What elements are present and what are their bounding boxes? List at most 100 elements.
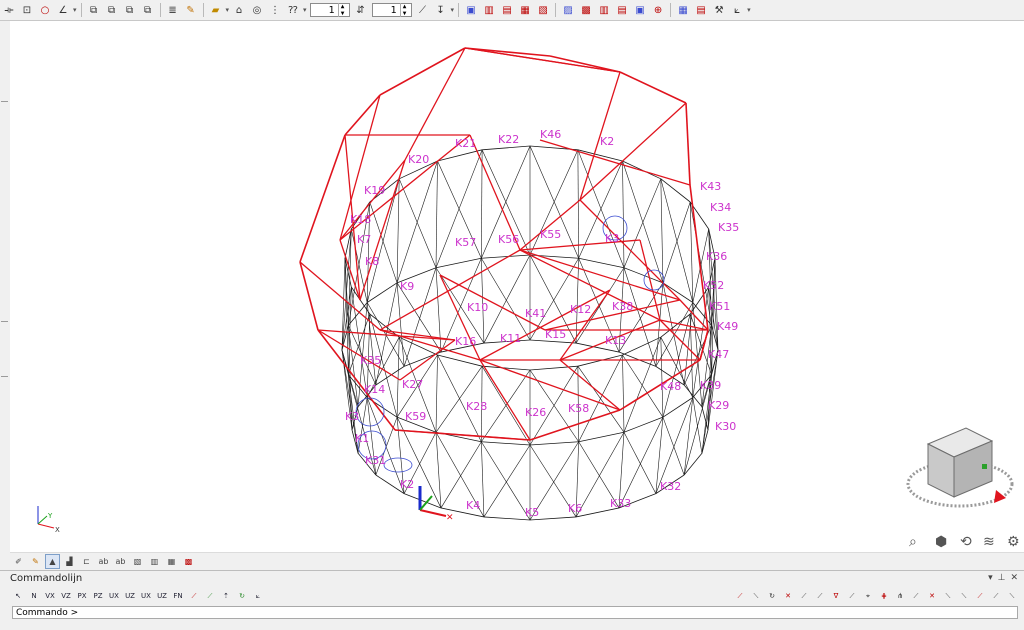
abc-text-2-icon[interactable]: ab [113,554,128,569]
cmd-tool-button[interactable]: FN [171,589,185,603]
cmd-tool-button[interactable]: UZ [155,589,169,603]
house-icon[interactable]: ⌂ [232,3,246,17]
copy-layer-4-icon[interactable]: ⧉ [141,3,155,17]
snap-8-icon[interactable]: ▥ [597,3,611,17]
snap-icon[interactable]: ▣ [464,3,478,17]
dropdown-arrow-icon[interactable]: ▾ [73,6,77,14]
abc-text-icon[interactable]: ab [96,554,111,569]
close-icon[interactable]: ✕ [1010,573,1018,583]
draw-icon[interactable]: ✎ [28,554,43,569]
cmd-right-tool-icon[interactable]: ⟍ [1005,589,1019,603]
slope-icon[interactable]: ⟋ [416,3,430,17]
cmd-right-tool-icon[interactable]: ⋕ [877,589,891,603]
color-grid-icon[interactable]: ▩ [181,554,196,569]
section-icon[interactable]: ⊏ [79,554,94,569]
spinner-arrows-icon[interactable]: ▲ ▼ [399,3,409,17]
dropdown-arrow-icon[interactable]: ▾ [451,6,455,14]
snap-9-icon[interactable]: ▤ [615,3,629,17]
cmd-tool-button[interactable]: UX [107,589,121,603]
grid-icon[interactable]: ⋮ [268,3,282,17]
cmd-right-tool-icon[interactable]: ⟋ [797,589,811,603]
ruler-icon[interactable]: ⟛ [2,3,16,17]
copy-layer-2-icon[interactable]: ⧉ [105,3,119,17]
surface-icon[interactable]: ▟ [62,554,77,569]
layer-icon[interactable]: ≣ [166,3,180,17]
curve-icon[interactable]: ↻ [235,589,249,603]
ground-icon[interactable]: ▲ [45,553,60,569]
query-icon[interactable]: ⁇ [286,3,300,17]
orbit-icon[interactable]: ⟲ [960,534,972,550]
cmd-right-tool-icon[interactable]: ↻ [765,589,779,603]
point-icon[interactable]: ◎ [250,3,264,17]
view-cube-arrow-icon[interactable] [994,490,1006,503]
spinner-1[interactable]: 1 ▲ ▼ [309,3,350,17]
line-tool-2-icon[interactable]: ⟋ [203,589,217,603]
snap-3-icon[interactable]: ▤ [500,3,514,17]
cmd-tool-button[interactable]: VX [43,589,57,603]
cmd-right-tool-icon[interactable]: ✕ [925,589,939,603]
line-tool-icon[interactable]: ⟋ [187,589,201,603]
dropdown-arrow-icon[interactable]: ▾ [747,6,751,14]
cmd-tool-button[interactable]: UZ [123,589,137,603]
table-icon[interactable]: ▥ [147,554,162,569]
pencil-icon[interactable]: ✐ [11,554,26,569]
cmd-tool-button[interactable]: PZ [91,589,105,603]
node-label: K28 [466,400,487,413]
draw-tool-icon[interactable]: ✎ [184,3,198,17]
rectangle-icon[interactable]: ⊡ [20,3,34,17]
measure-icon[interactable]: ⟀ [730,3,744,17]
zoom-icon[interactable]: ⌕ [909,534,917,550]
cmd-right-tool-icon[interactable]: ⟍ [941,589,955,603]
cmd-right-tool-icon[interactable]: ⟋ [845,589,859,603]
cmd-right-tool-icon[interactable]: ⌖ [861,589,875,603]
snap-2-icon[interactable]: ▥ [482,3,496,17]
gear-icon[interactable]: ⚙ [1007,534,1020,550]
copy-layer-3-icon[interactable]: ⧉ [123,3,137,17]
dropdown-arrow-icon[interactable]: ▾ [303,6,307,14]
cmd-tool-button[interactable]: UX [139,589,153,603]
cmd-right-tool-icon[interactable]: ✕ [781,589,795,603]
folder-icon[interactable]: ▰ [209,3,223,17]
cmd-tool-button[interactable]: PX [75,589,89,603]
spinner-arrows-icon[interactable]: ▲ ▼ [337,3,347,17]
snap-10-icon[interactable]: ▣ [633,3,647,17]
cmd-tool-button[interactable]: N [27,589,41,603]
snap-6-icon[interactable]: ▨ [561,3,575,17]
copy-layer-icon[interactable]: ⧉ [87,3,101,17]
pin-icon[interactable]: ⊥ [998,573,1006,583]
cmd-right-tool-icon[interactable]: ⋔ [893,589,907,603]
spinner-2[interactable]: 1 ▲ ▼ [371,3,412,17]
save-icon[interactable]: ▦ [676,3,690,17]
cmd-right-tool-icon[interactable]: ⟍ [957,589,971,603]
print-icon[interactable]: ▤ [694,3,708,17]
dropdown-arrow-icon[interactable]: ▾ [988,573,993,583]
cmd-right-tool-icon[interactable]: ⟋ [973,589,987,603]
pan-icon[interactable]: ≋ [983,534,995,550]
cmd-right-tool-icon[interactable]: ⟋ [989,589,1003,603]
target-icon[interactable]: ⊕ [651,3,665,17]
pattern-icon[interactable]: ▧ [130,554,145,569]
drawing-canvas[interactable]: K21 K22 K46 K2 K20 K43 K19 K34 K18 K35 K7 K57 K56 K55… [10,21,1024,552]
cmd-right-tool-icon[interactable]: ⟋ [909,589,923,603]
cmd-tool-button[interactable]: VZ [59,589,73,603]
view-cube-icon[interactable]: ⬢ [935,534,947,550]
dropdown-arrow-icon[interactable]: ▾ [226,6,230,14]
align-icon[interactable]: ↧ [434,3,448,17]
view-cube[interactable] [906,427,1014,508]
pointer-icon[interactable]: ↖ [11,589,25,603]
circle-icon[interactable]: ○ [38,3,52,17]
settings-icon[interactable]: ⚒ [712,3,726,17]
cmd-right-tool-icon[interactable]: ⟋ [813,589,827,603]
snap-5-icon[interactable]: ▧ [536,3,550,17]
slope-icon[interactable]: ⟀ [251,589,265,603]
scale-icon[interactable]: ⇵ [354,3,368,17]
command-input[interactable]: Commando > [12,606,1018,619]
grid-icon[interactable]: ▦ [164,554,179,569]
snap-7-icon[interactable]: ▩ [579,3,593,17]
cmd-right-tool-icon[interactable]: ∇ [829,589,843,603]
cmd-right-tool-icon[interactable]: ⟋ [733,589,747,603]
up-arrow-icon[interactable]: ⇡ [219,589,233,603]
angle-icon[interactable]: ∠ [56,3,70,17]
cmd-right-tool-icon[interactable]: ⟍ [749,589,763,603]
snap-4-icon[interactable]: ▦ [518,3,532,17]
